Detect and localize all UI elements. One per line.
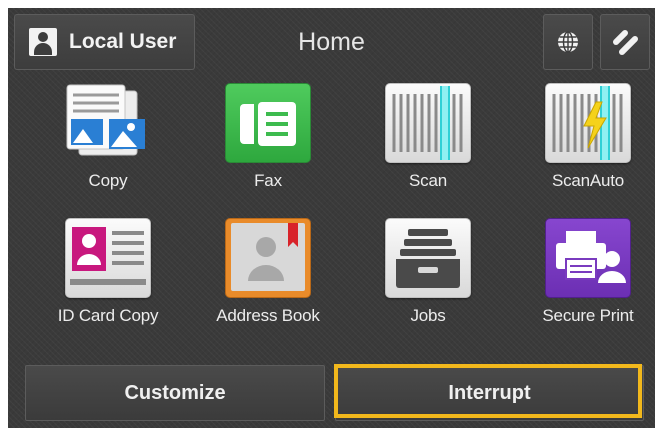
device-tools-button[interactable] <box>600 14 650 70</box>
app-secure-print[interactable]: Secure Print <box>523 218 653 338</box>
app-scanauto[interactable]: ScanAuto <box>523 83 653 203</box>
app-label: Scan <box>409 171 447 190</box>
user-icon <box>29 28 57 56</box>
app-label: ID Card Copy <box>57 306 159 325</box>
user-label: Local User <box>69 30 177 53</box>
scan-icon <box>385 83 471 163</box>
copy-icon <box>65 83 151 163</box>
app-label: Secure Print <box>542 306 634 325</box>
app-id-card-copy[interactable]: ID Card Copy <box>43 218 173 338</box>
app-label: Copy <box>88 171 128 190</box>
fax-icon <box>225 83 311 163</box>
local-user-button[interactable]: Local User <box>14 14 195 70</box>
secure-print-icon <box>545 218 631 298</box>
app-fax[interactable]: Fax <box>203 83 333 203</box>
app-scan[interactable]: Scan <box>363 83 493 203</box>
scan-auto-icon <box>545 83 631 163</box>
app-label: ScanAuto <box>551 171 625 190</box>
address-book-icon <box>225 218 311 298</box>
id-card-icon <box>65 218 151 298</box>
tools-icon <box>613 30 638 55</box>
jobs-icon <box>385 218 471 298</box>
app-label: Jobs <box>410 306 446 325</box>
app-copy[interactable]: Copy <box>43 83 173 203</box>
globe-icon <box>558 31 578 53</box>
language-button[interactable] <box>543 14 593 70</box>
home-screen: Local User Home Copy Fax Scan ScanAuto I… <box>8 8 655 428</box>
customize-button[interactable]: Customize <box>25 365 325 421</box>
app-label: Address Book <box>216 306 320 325</box>
interrupt-button[interactable]: Interrupt <box>335 365 644 421</box>
app-jobs[interactable]: Jobs <box>363 218 493 338</box>
app-label: Fax <box>254 171 282 190</box>
app-address-book[interactable]: Address Book <box>203 218 333 338</box>
